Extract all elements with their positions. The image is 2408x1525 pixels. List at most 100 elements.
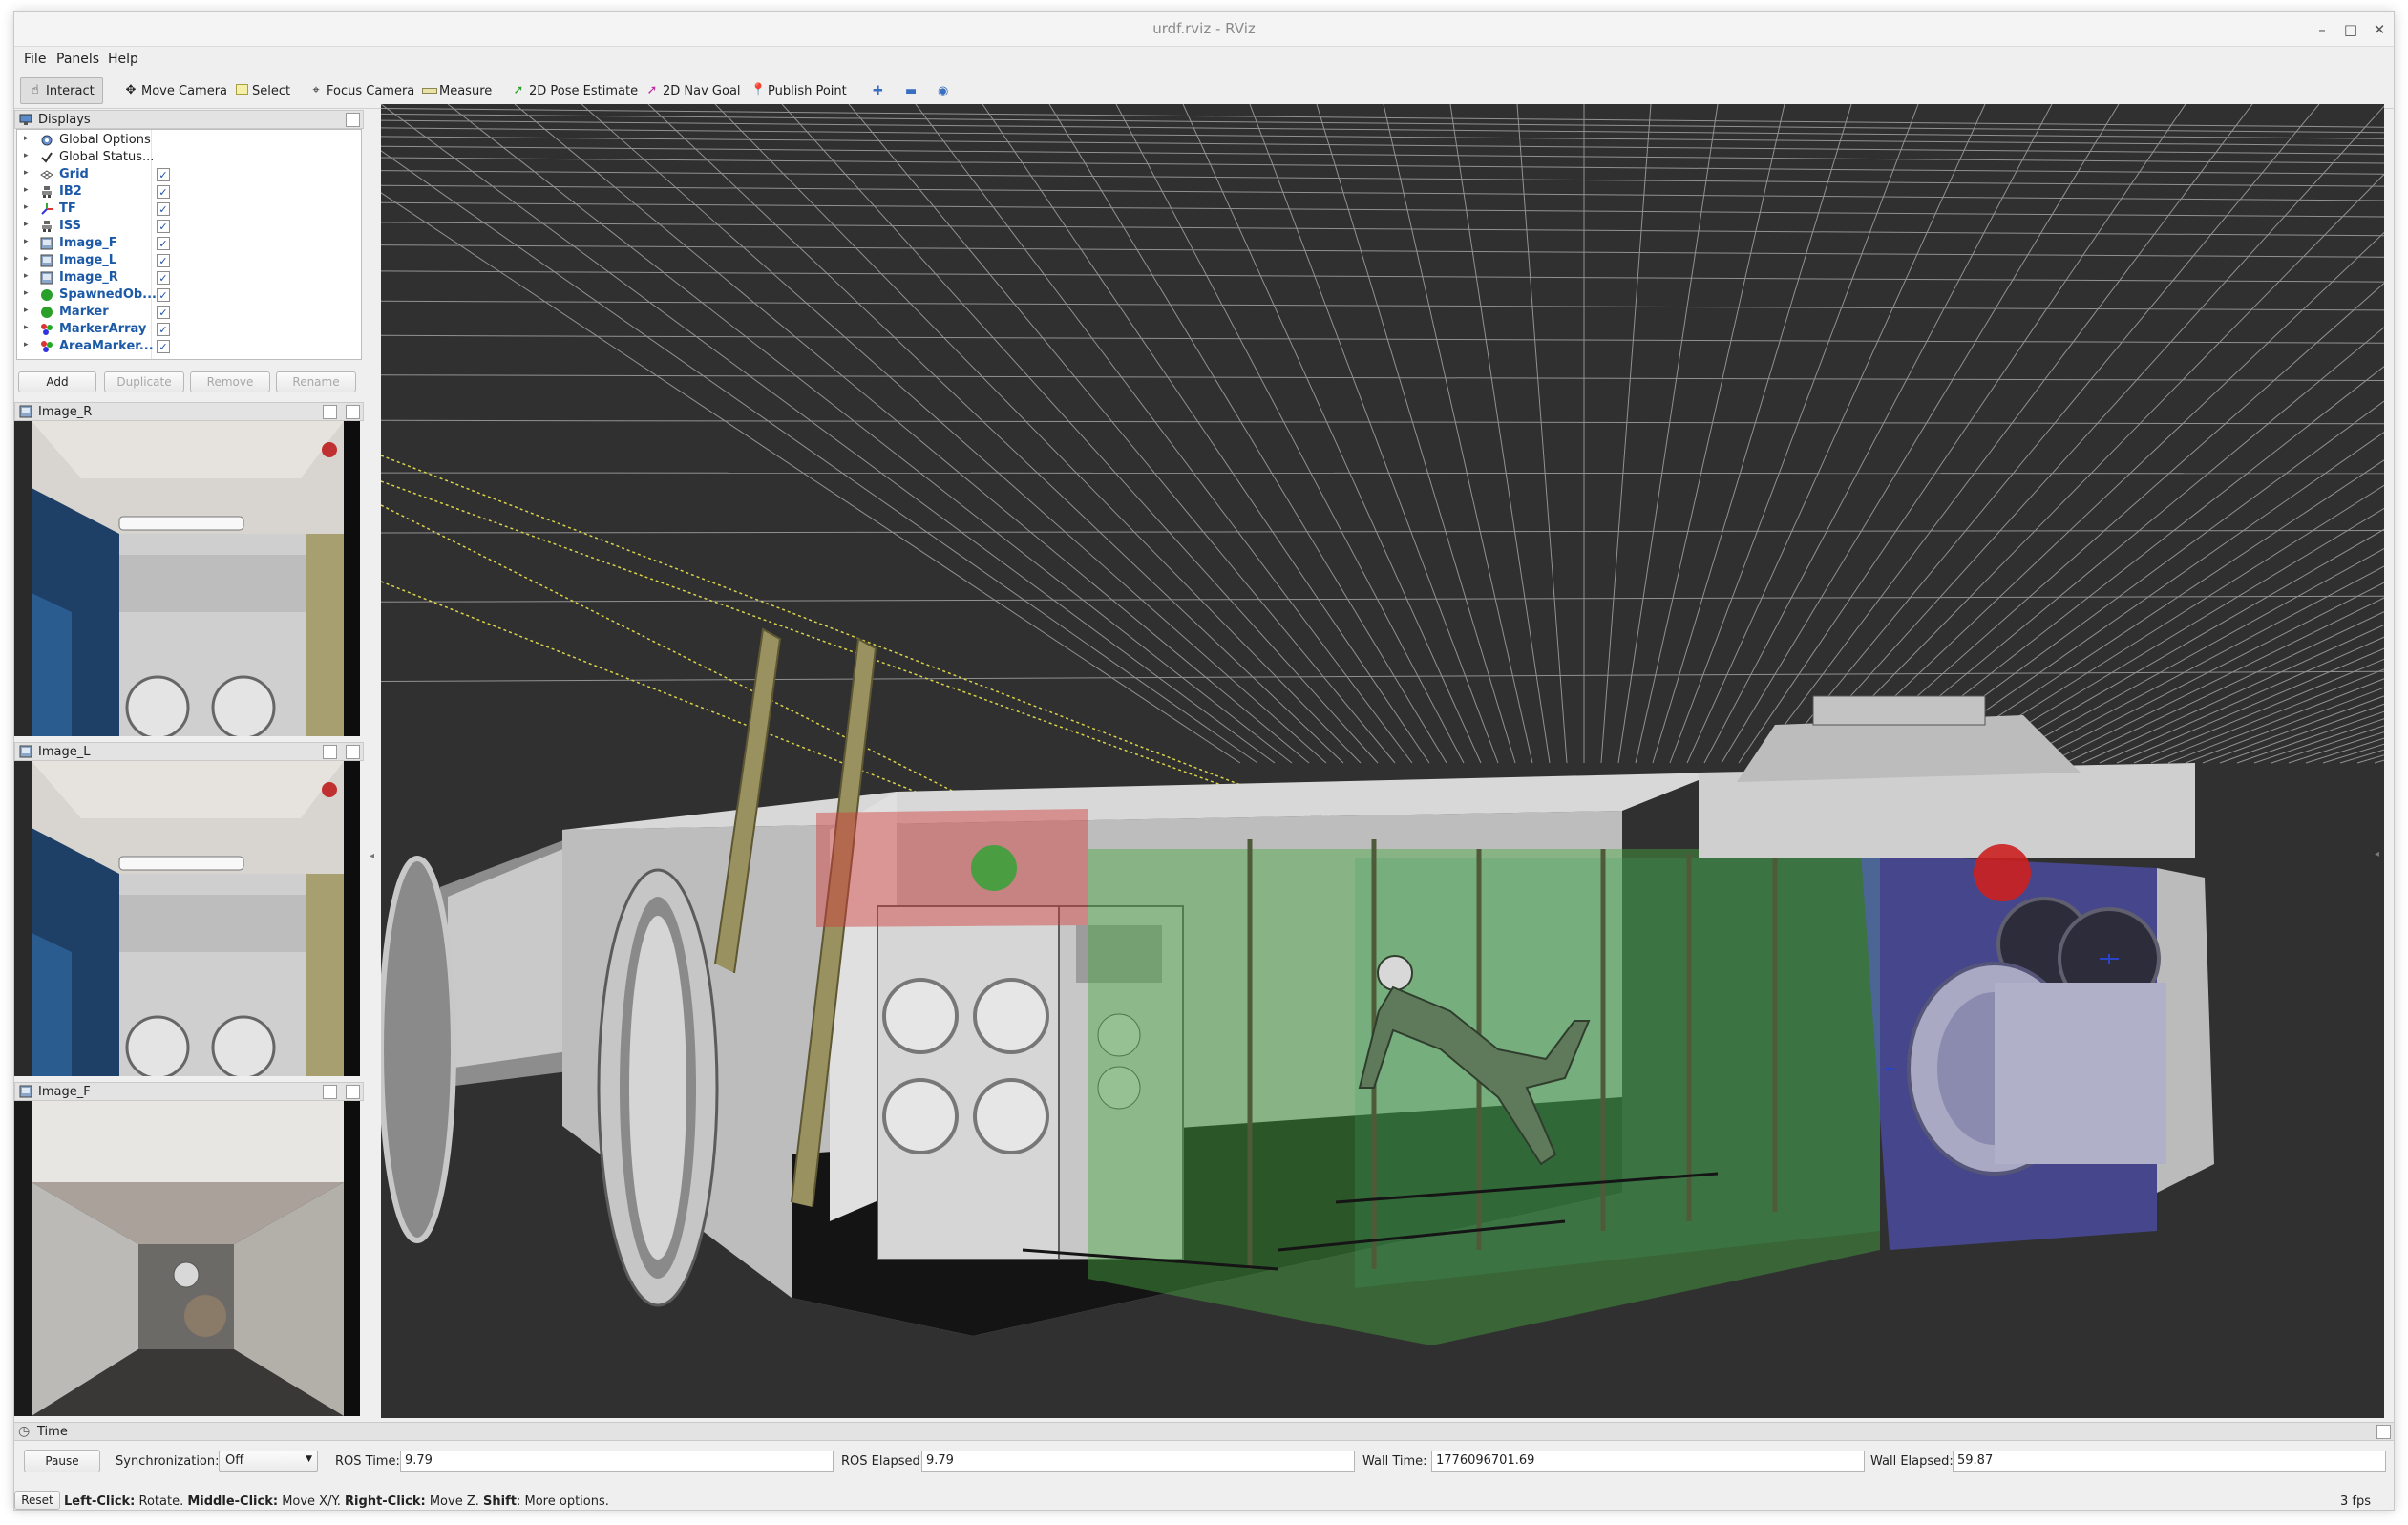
pause-button[interactable]: Pause — [24, 1450, 100, 1472]
expand-arrow-icon[interactable]: ▸ — [24, 288, 29, 298]
display-enable-checkbox[interactable]: ✓ — [157, 340, 170, 353]
menu-help[interactable]: Help — [108, 52, 138, 67]
display-item[interactable]: ▸ SpawnedOb... ✓ — [17, 286, 361, 304]
expand-arrow-icon[interactable]: ▸ — [24, 202, 29, 212]
display-item[interactable]: ▸ Global Options — [17, 132, 361, 149]
displays-tree: ▸ Global Options ▸ Global Status... ▸ Grid ✓ ▸ I… — [16, 129, 362, 360]
display-item[interactable]: ▸ AreaMarker... ✓ — [17, 338, 361, 355]
wall-elapsed-field[interactable]: 59.87 — [1953, 1451, 2386, 1472]
ruler-icon — [422, 84, 437, 97]
panel-float-button[interactable] — [323, 745, 337, 759]
display-enable-checkbox[interactable]: ✓ — [157, 220, 170, 233]
display-item[interactable]: ▸ Marker ✓ — [17, 304, 361, 321]
display-item-label: Image_L — [59, 253, 117, 267]
display-item[interactable]: ▸ Image_F ✓ — [17, 235, 361, 252]
menu-bar: File Panels Help — [14, 48, 2394, 71]
image-icon — [19, 745, 32, 758]
expand-arrow-icon[interactable]: ▸ — [24, 185, 29, 195]
expand-arrow-icon[interactable]: ▸ — [24, 340, 29, 349]
display-enable-checkbox[interactable]: ✓ — [157, 271, 170, 285]
check-icon — [40, 151, 53, 164]
display-item[interactable]: ▸ TF ✓ — [17, 201, 361, 218]
tool-interact[interactable]: ☝ Interact — [20, 77, 103, 104]
panel-close-button[interactable] — [346, 1085, 360, 1099]
menu-panels[interactable]: Panels — [56, 52, 99, 67]
display-enable-checkbox[interactable]: ✓ — [157, 254, 170, 267]
tool-measure[interactable]: Measure — [413, 77, 500, 104]
expand-arrow-icon[interactable]: ▸ — [24, 254, 29, 264]
display-enable-checkbox[interactable]: ✓ — [157, 323, 170, 336]
marker-array-icon — [40, 340, 53, 353]
close-button[interactable]: ✕ — [2367, 17, 2392, 42]
display-item-label: MarkerArray — [59, 322, 147, 336]
status-bar: Reset Left-Click: Rotate. Middle-Click: … — [14, 1491, 2394, 1510]
3d-render-viewport[interactable]: ◂ — [381, 104, 2384, 1418]
expand-arrow-icon[interactable]: ▸ — [24, 323, 29, 332]
toolbar: ☝ Interact ✥ Move Camera Select ⌖ Focus … — [14, 71, 2394, 109]
display-enable-checkbox[interactable]: ✓ — [157, 185, 170, 199]
menu-file[interactable]: File — [24, 52, 46, 67]
tool-publish-point[interactable]: 📍 Publish Point — [742, 77, 855, 104]
display-enable-checkbox[interactable]: ✓ — [157, 237, 170, 250]
display-enable-checkbox[interactable]: ✓ — [157, 202, 170, 216]
remove-tool-button[interactable]: ▬ — [897, 77, 925, 104]
display-item[interactable]: ▸ Global Status... — [17, 149, 361, 166]
display-item[interactable]: ▸ MarkerArray ✓ — [17, 321, 361, 338]
minimize-button[interactable]: – — [2310, 17, 2334, 42]
tool-label: Select — [252, 83, 291, 98]
wall-time-field[interactable]: 1776096701.69 — [1431, 1451, 1865, 1472]
ros-time-field[interactable]: 9.79 — [400, 1451, 834, 1472]
display-item[interactable]: ▸ ISS ✓ — [17, 218, 361, 235]
panel-close-button[interactable] — [346, 745, 360, 759]
tool-2d-pose-estimate[interactable]: ➚ 2D Pose Estimate — [503, 77, 646, 104]
tool-select[interactable]: Select — [226, 77, 299, 104]
expand-arrow-icon[interactable]: ▸ — [24, 271, 29, 281]
tool-label: 2D Pose Estimate — [529, 83, 639, 98]
ros-elapsed-field[interactable]: 9.79 — [921, 1451, 1355, 1472]
expand-arrow-icon[interactable]: ▸ — [24, 134, 29, 143]
right-dock-toggle-icon[interactable]: ◂ — [2375, 849, 2379, 859]
tool-move-camera[interactable]: ✥ Move Camera — [116, 77, 236, 104]
display-item-label: ISS — [59, 219, 81, 233]
panel-close-button[interactable] — [2376, 1425, 2391, 1439]
rviz-window: urdf.rviz - RViz – □ ✕ File Panels Help … — [13, 11, 2395, 1511]
reset-button[interactable]: Reset — [14, 1491, 60, 1510]
panel-float-button[interactable] — [323, 1085, 337, 1099]
tool-label: Measure — [439, 83, 493, 98]
tool-2d-nav-goal[interactable]: ➚ 2D Nav Goal — [637, 77, 750, 104]
panel-close-button[interactable] — [346, 405, 360, 419]
image-panel-title: Image_F — [38, 1085, 91, 1099]
maximize-button[interactable]: □ — [2338, 17, 2363, 42]
display-item[interactable]: ▸ IB2 ✓ — [17, 183, 361, 201]
expand-arrow-icon[interactable]: ▸ — [24, 237, 29, 246]
left-dock-toggle-icon[interactable]: ◂ — [370, 851, 374, 861]
expand-arrow-icon[interactable]: ▸ — [24, 168, 29, 178]
panel-close-button[interactable] — [346, 113, 360, 127]
panel-float-button[interactable] — [323, 405, 337, 419]
display-item[interactable]: ▸ Image_R ✓ — [17, 269, 361, 286]
sync-select[interactable]: Off ▼ — [219, 1451, 318, 1472]
add-display-button[interactable]: Add — [18, 371, 96, 392]
duplicate-display-button[interactable]: Duplicate — [104, 371, 184, 392]
image-l-view — [14, 761, 360, 1076]
display-item[interactable]: ▸ Grid ✓ — [17, 166, 361, 183]
expand-arrow-icon[interactable]: ▸ — [24, 151, 29, 160]
display-item-label: AreaMarker... — [59, 339, 154, 353]
view-tool-button[interactable]: ◉ — [929, 77, 957, 104]
tool-focus-camera[interactable]: ⌖ Focus Camera — [301, 77, 423, 104]
remove-display-button[interactable]: Remove — [190, 371, 270, 392]
marker-green-icon — [40, 306, 53, 319]
tool-label: Move Camera — [141, 83, 228, 98]
display-item[interactable]: ▸ Image_L ✓ — [17, 252, 361, 269]
ros-elapsed-label: ROS Elapsed: — [841, 1454, 925, 1469]
rename-display-button[interactable]: Rename — [276, 371, 356, 392]
hint-desc: Move X/Y. — [282, 1494, 341, 1509]
expand-arrow-icon[interactable]: ▸ — [24, 306, 29, 315]
iss-scene — [381, 104, 2384, 1418]
image-l-panel-header: Image_L — [14, 742, 364, 761]
display-enable-checkbox[interactable]: ✓ — [157, 288, 170, 302]
display-enable-checkbox[interactable]: ✓ — [157, 306, 170, 319]
add-tool-button[interactable]: ✚ — [864, 77, 892, 104]
display-enable-checkbox[interactable]: ✓ — [157, 168, 170, 181]
expand-arrow-icon[interactable]: ▸ — [24, 220, 29, 229]
